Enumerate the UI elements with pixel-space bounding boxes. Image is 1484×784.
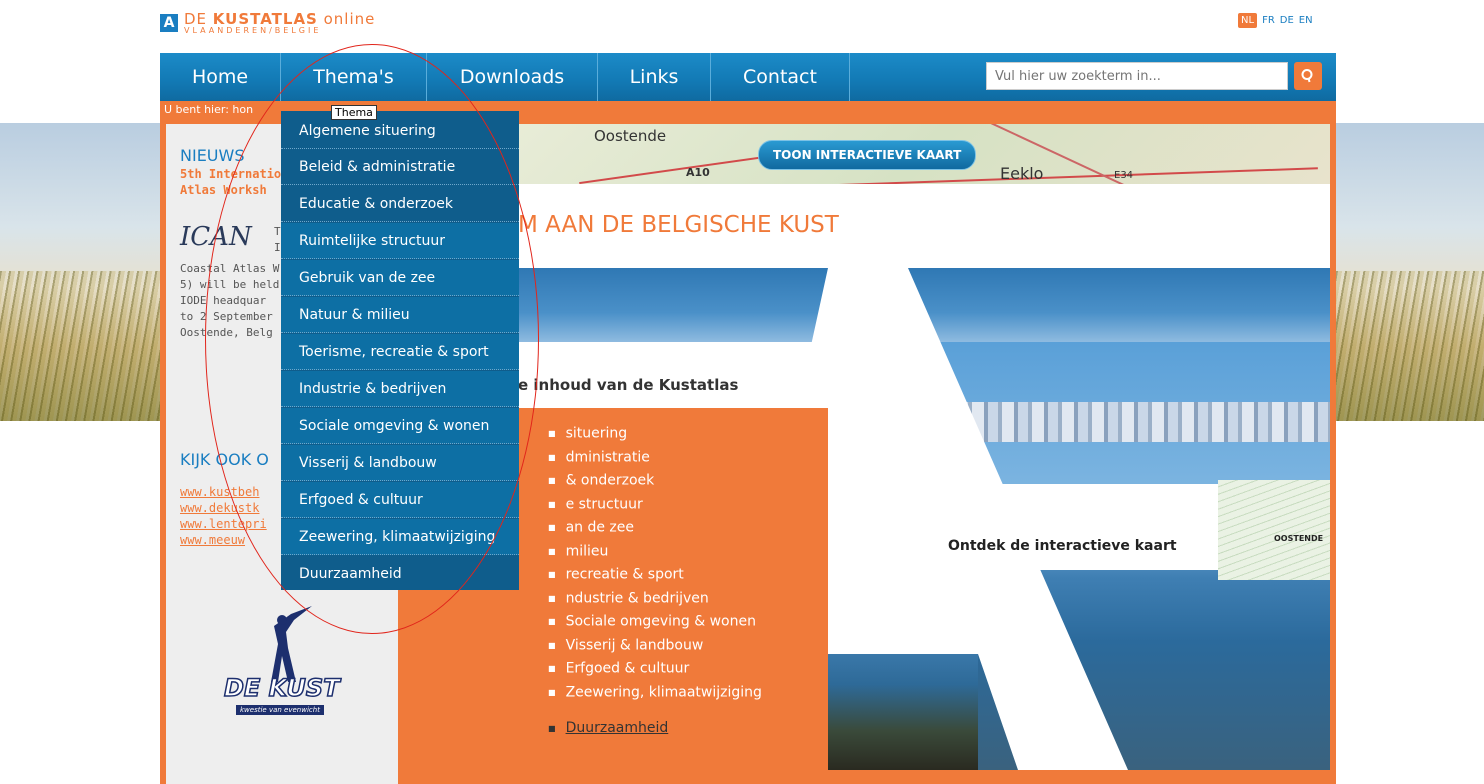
list-item[interactable]: & onderzoek — [548, 469, 762, 493]
list-item[interactable]: ndustrie & bedrijven — [548, 587, 762, 611]
lang-en[interactable]: EN — [1299, 15, 1313, 26]
beach-banner-right — [1336, 123, 1484, 421]
logo-title-prefix: DE — [184, 9, 213, 28]
language-selector: NL FR DE EN — [1238, 13, 1313, 28]
list-item[interactable]: recreatie & sport — [548, 563, 762, 587]
mini-map[interactable]: OOSTENDE — [1218, 480, 1330, 580]
list-item[interactable]: dministratie — [548, 446, 762, 470]
lang-nl[interactable]: NL — [1238, 13, 1258, 28]
site-logo[interactable]: A DE KUSTATLAS online VLAANDEREN/BELGIE — [160, 8, 375, 38]
lang-de[interactable]: DE — [1280, 15, 1294, 26]
beach-banner-left — [0, 123, 160, 421]
logo-mark: A — [160, 14, 178, 32]
duurzaamheid-label: Duurzaamheid — [565, 720, 669, 736]
news-heading: NIEUWS — [180, 146, 245, 165]
interactive-map-link[interactable]: Ontdek de interactieve kaart — [948, 538, 1177, 554]
nav-contact[interactable]: Contact — [711, 53, 849, 101]
content-list: situering dministratie & onderzoek e str… — [548, 422, 762, 704]
list-item[interactable]: e structuur — [548, 493, 762, 517]
list-item[interactable]: Zeewering, klimaatwijziging — [548, 681, 762, 705]
logo-subtitle: VLAANDEREN/BELGIE — [184, 25, 322, 35]
annotation-ellipse — [205, 44, 539, 634]
search-icon — [1301, 69, 1313, 83]
welcome-heading: M AAN DE BELGISCHE KUST — [518, 212, 839, 238]
list-item[interactable]: Erfgoed & cultuur — [548, 657, 762, 681]
dekust-tagline: kwestie van evenwicht — [236, 705, 324, 715]
list-item[interactable]: Sociale omgeving & wonen — [548, 610, 762, 634]
map-preview[interactable]: Oostende A10 Eeklo E34 TOON INTERACTIEVE… — [518, 124, 1330, 184]
logo-title-suffix: online — [317, 9, 376, 28]
search-input[interactable] — [986, 62, 1288, 90]
list-item[interactable]: Visserij & landbouw — [548, 634, 762, 658]
nav-links[interactable]: Links — [598, 53, 710, 101]
search-button[interactable] — [1294, 62, 1322, 90]
list-item[interactable]: an de zee — [548, 516, 762, 540]
show-interactive-map-button[interactable]: TOON INTERACTIEVE KAART — [758, 140, 977, 170]
nav-home[interactable]: Home — [160, 53, 280, 101]
list-item[interactable]: milieu — [548, 540, 762, 564]
breadcrumb: U bent hier: hon — [164, 103, 254, 116]
main-content: M AAN DE BELGISCHE KUST e inhoud van de … — [518, 184, 1330, 770]
map-label-a10: A10 — [686, 166, 710, 179]
map-label-eeklo: Eeklo — [1000, 164, 1044, 183]
duurzaamheid-link[interactable]: Duurzaamheid — [548, 720, 669, 736]
mini-map-label: OOSTENDE — [1274, 534, 1324, 543]
content-title: e inhoud van de Kustatlas — [518, 376, 739, 394]
list-item[interactable]: situering — [548, 422, 762, 446]
dekust-logo-text: DE KUST — [223, 673, 340, 703]
logo-title-bold: KUSTATLAS — [212, 9, 318, 28]
map-label-e34: E34 — [1114, 170, 1134, 181]
map-label-oostende: Oostende — [594, 127, 667, 145]
lang-fr[interactable]: FR — [1262, 15, 1275, 26]
